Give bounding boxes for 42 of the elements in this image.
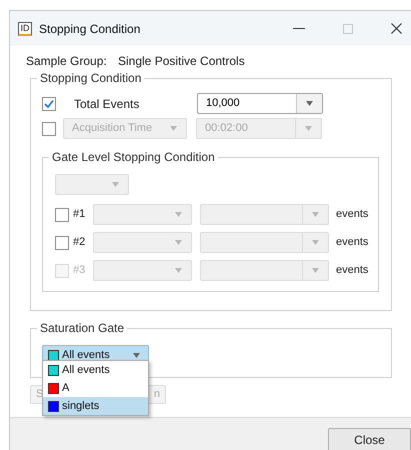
checkmark-icon — [44, 98, 54, 108]
close-button[interactable]: Close — [328, 428, 411, 450]
dropdown-option[interactable]: singlets — [43, 397, 148, 415]
sample-group-value: Single Positive Controls — [118, 53, 245, 70]
caret-icon — [312, 212, 319, 217]
row-number: #2 — [73, 235, 86, 250]
row-number: #1 — [73, 207, 86, 222]
caret-icon — [112, 182, 118, 187]
checkbox[interactable] — [55, 236, 69, 250]
caret-icon — [133, 353, 140, 358]
events-label: events — [336, 235, 368, 250]
dropdown[interactable] — [55, 174, 129, 195]
dropdown[interactable] — [200, 232, 329, 253]
checkbox[interactable] — [42, 96, 56, 110]
sample-group-label: Sample Group: — [26, 53, 108, 70]
caret-icon — [174, 212, 182, 217]
events-label: events — [336, 207, 368, 222]
caret-icon — [312, 268, 319, 273]
group-title: Stopping Condition — [37, 70, 144, 86]
dropdown[interactable] — [200, 260, 329, 281]
dropdown[interactable]: 10,000 — [197, 93, 323, 114]
dropdown[interactable] — [93, 260, 192, 281]
caret-icon — [170, 126, 176, 131]
caret-icon — [305, 126, 312, 131]
caret-icon — [174, 240, 182, 245]
events-label: events — [336, 263, 368, 278]
app-icon[interactable]: ID — [18, 22, 32, 36]
caret-icon — [312, 240, 319, 245]
row-number: #3 — [73, 263, 86, 278]
dropdown-option[interactable]: A — [43, 379, 148, 397]
caret-icon — [174, 268, 182, 273]
caret-icon — [306, 101, 313, 106]
total-events-label: Total Events — [74, 96, 140, 112]
dropdown-option[interactable]: All events — [43, 361, 148, 379]
dropdown[interactable] — [93, 232, 192, 253]
group-title: Gate Level Stopping Condition — [49, 149, 218, 165]
minimize-icon[interactable] — [293, 28, 305, 30]
dropdown[interactable] — [93, 204, 192, 225]
dropdown[interactable] — [200, 204, 329, 225]
checkbox[interactable] — [55, 208, 69, 222]
window-title: Stopping Condition — [39, 20, 140, 38]
close-icon[interactable] — [391, 23, 402, 34]
